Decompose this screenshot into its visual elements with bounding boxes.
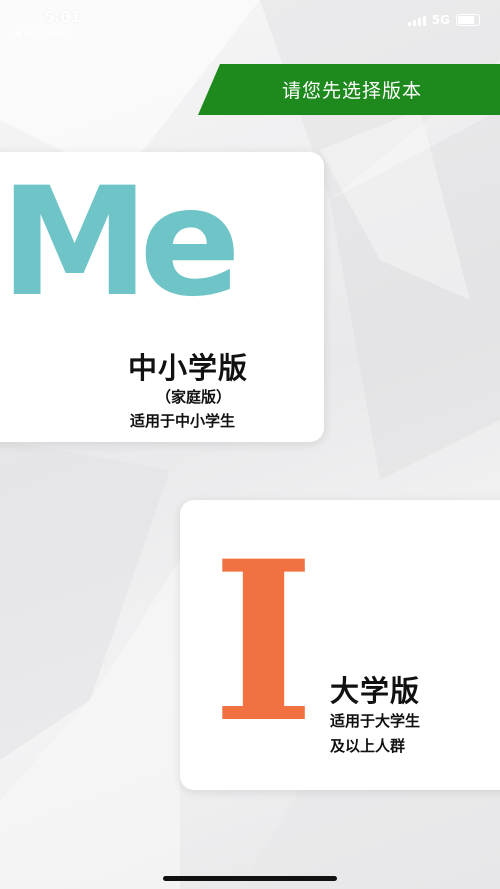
- i-logo: I: [212, 512, 315, 771]
- k12-title: 中小学版: [128, 351, 249, 385]
- status-indicators: 5G: [407, 13, 480, 27]
- university-description-line2: 及以上人群: [330, 737, 406, 755]
- home-indicator[interactable]: [163, 876, 337, 881]
- me-logo: Me: [0, 156, 241, 330]
- banner-text: 请您先选择版本: [281, 80, 422, 102]
- university-title: 大学版: [330, 674, 421, 708]
- battery-icon: [456, 14, 480, 26]
- signal-icon: [407, 15, 426, 26]
- back-to-app-link[interactable]: ◀ App Store: [14, 29, 68, 39]
- k12-subtitle: （家庭版）: [156, 388, 232, 406]
- status-bar: 5:01 ◀ App Store 5G: [0, 0, 500, 44]
- university-description-line1: 适用于大学生: [330, 712, 421, 730]
- k12-description: 适用于中小学生: [130, 412, 236, 430]
- select-version-banner: 请您先选择版本: [198, 64, 500, 115]
- status-time: 5:01: [44, 8, 82, 26]
- network-label: 5G: [431, 13, 450, 27]
